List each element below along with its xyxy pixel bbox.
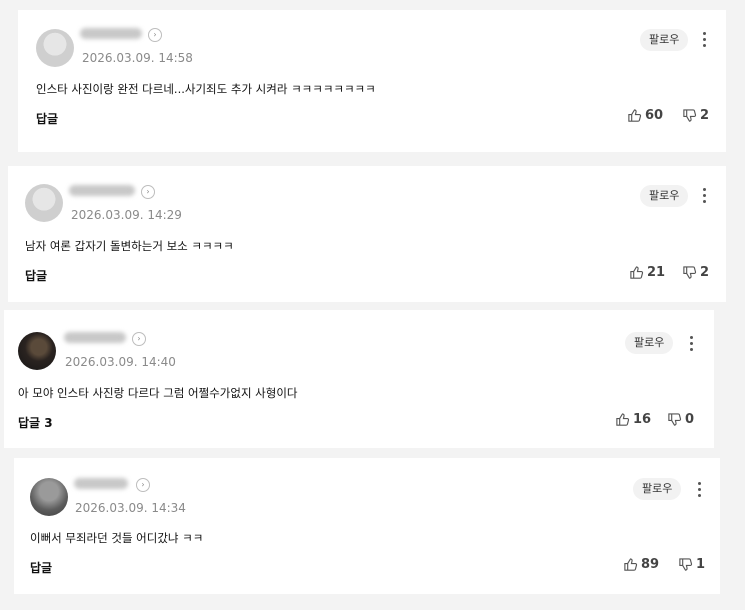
dislike-button[interactable]: 1 <box>678 557 705 572</box>
like-count: 16 <box>633 412 652 427</box>
thumbs-down-icon <box>679 558 693 571</box>
avatar[interactable] <box>36 29 74 67</box>
comment-text: 이뻐서 무죄라던 것들 어디갔냐 ㅋㅋ <box>30 531 204 545</box>
comment-card: › 2026.03.09. 14:40 팔로우 아 모야 인스타 사진랑 다르다… <box>4 310 714 448</box>
avatar[interactable] <box>25 184 63 222</box>
chevron-right-icon[interactable]: › <box>136 478 150 492</box>
comment-card: › 2026.03.09. 14:34 팔로우 이뻐서 무죄라던 것들 어디갔냐… <box>14 458 720 594</box>
username-blurred[interactable] <box>80 28 142 39</box>
avatar[interactable] <box>30 478 68 516</box>
reply-button[interactable]: 답글 <box>30 559 52 576</box>
follow-button[interactable]: 팔로우 <box>640 185 689 207</box>
username-blurred[interactable] <box>64 332 126 343</box>
more-vertical-icon[interactable] <box>703 32 706 50</box>
more-vertical-icon[interactable] <box>698 482 701 500</box>
like-button[interactable]: 16 <box>615 412 651 427</box>
thumbs-down-icon <box>668 413 682 426</box>
comment-date: 2026.03.09. 14:29 <box>71 208 182 222</box>
chevron-right-icon[interactable]: › <box>132 332 146 346</box>
like-count: 89 <box>641 557 660 572</box>
dislike-count: 1 <box>696 557 706 572</box>
comment-text: 아 모야 인스타 사진랑 다르다 그럼 어쩔수가없지 사형이다 <box>18 386 298 400</box>
reply-button[interactable]: 답글 <box>36 110 58 127</box>
chevron-right-icon[interactable]: › <box>148 28 162 42</box>
username-blurred[interactable] <box>74 478 128 489</box>
more-vertical-icon[interactable] <box>703 188 706 206</box>
comment-text: 남자 여론 갑자기 돌변하는거 보소 ㅋㅋㅋㅋ <box>25 239 234 253</box>
thumbs-down-icon <box>683 266 697 279</box>
like-count: 60 <box>645 108 664 123</box>
like-button[interactable]: 89 <box>623 557 659 572</box>
thumbs-up-icon <box>630 266 644 279</box>
follow-button[interactable]: 팔로우 <box>640 29 689 51</box>
comment-text: 인스타 사진이랑 완전 다르네...사기죄도 추가 시켜라 ㅋㅋㅋㅋㅋㅋㅋㅋ <box>36 82 376 96</box>
dislike-button[interactable]: 2 <box>682 265 709 280</box>
dislike-count: 0 <box>685 412 695 427</box>
comment-date: 2026.03.09. 14:40 <box>65 355 176 369</box>
reply-button[interactable]: 답글 3 <box>18 414 53 431</box>
dislike-button[interactable]: 2 <box>682 108 709 123</box>
dislike-count: 2 <box>700 108 710 123</box>
dislike-button[interactable]: 0 <box>667 412 694 427</box>
more-vertical-icon[interactable] <box>690 336 693 354</box>
thumbs-up-icon <box>616 413 630 426</box>
thumbs-up-icon <box>624 558 638 571</box>
follow-button[interactable]: 팔로우 <box>633 478 682 500</box>
chevron-right-icon[interactable]: › <box>141 185 155 199</box>
thumbs-down-icon <box>683 109 697 122</box>
like-count: 21 <box>647 265 666 280</box>
comment-card: › 2026.03.09. 14:58 팔로우 인스타 사진이랑 완전 다르네.… <box>18 10 726 152</box>
like-button[interactable]: 60 <box>627 108 663 123</box>
comment-date: 2026.03.09. 14:34 <box>75 501 186 515</box>
follow-button[interactable]: 팔로우 <box>625 332 674 354</box>
comment-date: 2026.03.09. 14:58 <box>82 51 193 65</box>
avatar[interactable] <box>18 332 56 370</box>
like-button[interactable]: 21 <box>629 265 665 280</box>
comment-card: › 2026.03.09. 14:29 팔로우 남자 여론 갑자기 돌변하는거 … <box>8 166 726 302</box>
dislike-count: 2 <box>700 265 710 280</box>
username-blurred[interactable] <box>69 185 135 196</box>
reply-button[interactable]: 답글 <box>25 267 47 284</box>
thumbs-up-icon <box>628 109 642 122</box>
